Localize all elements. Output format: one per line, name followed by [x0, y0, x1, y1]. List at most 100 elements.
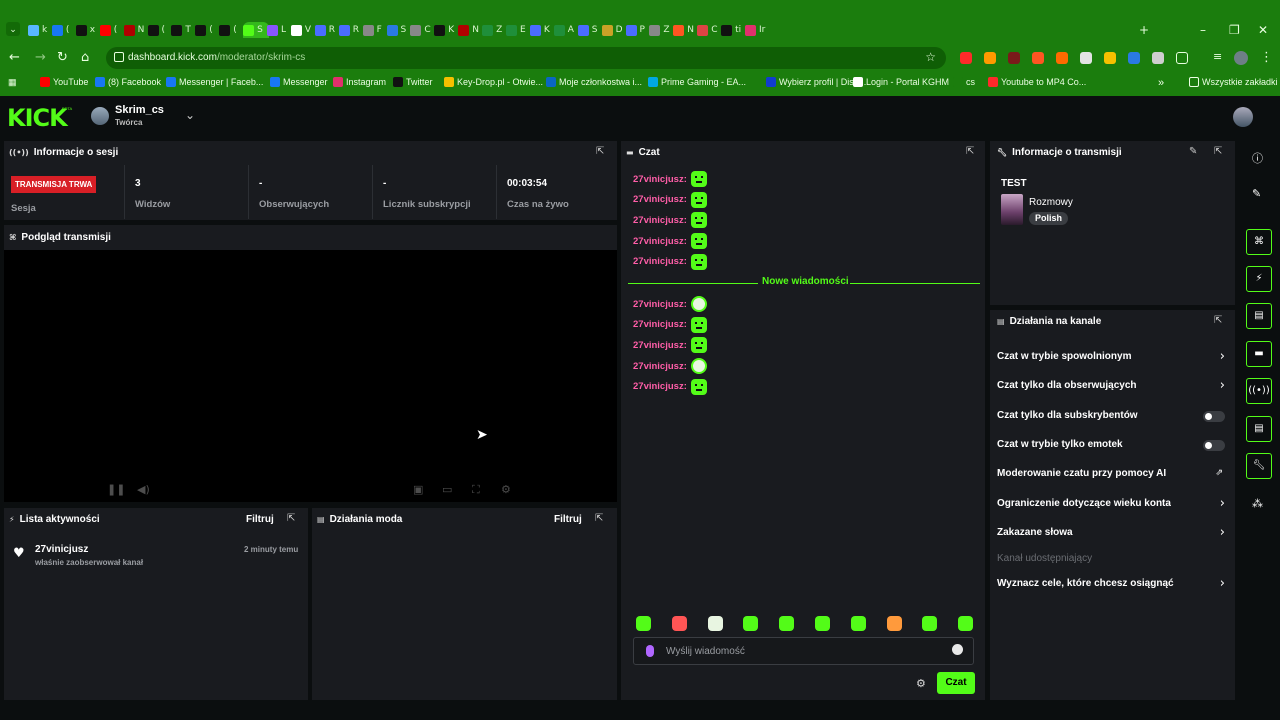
- browser-tab[interactable]: R: [314, 22, 341, 38]
- omnibox[interactable]: dashboard.kick.com/moderator/skrim-cs ☆: [106, 47, 946, 69]
- bookmark-item[interactable]: Messenger: [270, 77, 328, 87]
- more-bookmarks-button[interactable]: »: [1158, 77, 1164, 89]
- quick-emote-icon[interactable]: [815, 616, 830, 631]
- theater-mode-icon[interactable]: ▭: [442, 483, 452, 496]
- emoji-picker-icon[interactable]: [952, 644, 963, 655]
- browser-tab[interactable]: (: [219, 22, 245, 38]
- maximize-button[interactable]: ❐: [1229, 23, 1240, 37]
- popout-icon[interactable]: ⇱: [1214, 146, 1222, 157]
- home-icon[interactable]: ⌂: [81, 50, 89, 65]
- miniplayer-icon[interactable]: ▣: [413, 483, 423, 496]
- bookmark-item[interactable]: Login - Portal KGHM: [853, 77, 949, 87]
- pause-icon[interactable]: ❚❚: [107, 483, 125, 496]
- bookmark-item[interactable]: Twitter: [393, 77, 433, 87]
- browser-tab[interactable]: F: [362, 22, 389, 38]
- rail-chat-button[interactable]: ▬: [1246, 341, 1272, 367]
- browser-tab[interactable]: (: [147, 22, 174, 38]
- browser-tab[interactable]: D: [601, 22, 628, 38]
- bookmark-item[interactable]: (8) Facebook: [95, 77, 161, 87]
- video-player[interactable]: [4, 250, 617, 502]
- channel-action-row[interactable]: Moderowanie czatu przy pomocy AI ⇗: [997, 466, 1229, 482]
- shapes-icon[interactable]: ⁂: [1252, 497, 1263, 510]
- quick-emote-icon[interactable]: [743, 616, 759, 631]
- settings-gear-icon[interactable]: ⚙: [501, 483, 511, 496]
- browser-tab[interactable]: S: [243, 22, 270, 38]
- extension-icon[interactable]: [1104, 52, 1116, 64]
- quick-emote-icon[interactable]: [958, 616, 974, 631]
- extension-icon[interactable]: [1056, 52, 1068, 64]
- browser-menu-icon[interactable]: ⋮: [1260, 50, 1273, 65]
- chat-username[interactable]: 27vinicjusz:: [633, 215, 687, 226]
- site-info-icon[interactable]: [114, 52, 124, 62]
- toggle-switch[interactable]: [1203, 440, 1225, 451]
- channel-action-row[interactable]: Wyznacz cele, które chcesz osiągnąć ›: [997, 576, 1229, 592]
- chat-settings-icon[interactable]: ⚙: [916, 677, 926, 690]
- user-avatar[interactable]: [1233, 107, 1253, 127]
- channel-action-row[interactable]: Czat tylko dla subskrybentów: [997, 408, 1229, 424]
- microphone-icon[interactable]: [646, 645, 654, 657]
- browser-tab[interactable]: S: [577, 22, 604, 38]
- popout-icon[interactable]: ⇱: [287, 513, 295, 524]
- browser-tab[interactable]: L: [267, 22, 293, 38]
- channel-name[interactable]: Skrim_cs: [115, 104, 164, 116]
- toggle-switch[interactable]: [1203, 411, 1225, 422]
- extension-icon[interactable]: [960, 52, 972, 64]
- browser-tab[interactable]: A: [553, 22, 580, 38]
- back-icon[interactable]: ←: [9, 50, 20, 65]
- volume-icon[interactable]: ◀): [137, 483, 150, 496]
- quick-emote-icon[interactable]: [707, 616, 723, 631]
- tab-search-button[interactable]: ⌄: [6, 22, 20, 36]
- browser-tab[interactable]: N: [458, 22, 484, 38]
- chevron-right-icon[interactable]: ›: [1220, 349, 1225, 364]
- browser-tab[interactable]: Ir: [745, 22, 771, 38]
- extension-icon[interactable]: [1080, 52, 1092, 64]
- all-bookmarks-folder[interactable]: Wszystkie zakładki: [1189, 77, 1278, 87]
- chevron-right-icon[interactable]: ›: [1220, 525, 1225, 540]
- activity-username[interactable]: 27vinicjusz: [35, 544, 88, 555]
- browser-tab[interactable]: V: [290, 22, 317, 38]
- popout-icon[interactable]: ⇱: [1214, 315, 1222, 326]
- close-window-button[interactable]: ✕: [1258, 23, 1268, 37]
- channel-action-row[interactable]: Ograniczenie dotyczące wieku konta ›: [997, 496, 1229, 512]
- bookmark-item[interactable]: Youtube to MP4 Co...: [988, 77, 1086, 87]
- browser-tab[interactable]: P: [625, 22, 652, 38]
- browser-tab[interactable]: x: [75, 22, 102, 38]
- popout-icon[interactable]: ⇱: [595, 513, 603, 524]
- browser-tab[interactable]: R: [338, 22, 365, 38]
- bookmark-item[interactable]: Prime Gaming - EA...: [648, 77, 746, 87]
- chat-username[interactable]: 27vinicjusz:: [633, 381, 687, 392]
- browser-tab[interactable]: Z: [482, 22, 508, 38]
- send-chat-button[interactable]: Czat: [937, 672, 975, 694]
- browser-tab[interactable]: N: [673, 22, 699, 38]
- extension-icon[interactable]: [1032, 52, 1044, 64]
- info-icon[interactable]: ⓘ: [1252, 150, 1263, 166]
- channel-action-row[interactable]: Czat tylko dla obserwujących ›: [997, 378, 1229, 394]
- browser-tab[interactable]: T: [171, 22, 197, 38]
- channel-action-row[interactable]: Czat w trybie spowolnionym ›: [997, 349, 1229, 365]
- browser-tab[interactable]: S: [386, 22, 413, 38]
- external-link-icon[interactable]: ⇗: [1215, 468, 1223, 478]
- quick-emote-icon[interactable]: [886, 616, 902, 631]
- chat-message-input[interactable]: [666, 643, 936, 659]
- chat-username[interactable]: 27vinicjusz:: [633, 299, 687, 310]
- profile-avatar[interactable]: [1234, 51, 1248, 65]
- bookmark-item[interactable]: cs: [953, 77, 975, 87]
- channel-switcher-chevron-icon[interactable]: ⌄: [185, 108, 195, 122]
- quick-emote-icon[interactable]: [850, 616, 866, 631]
- chevron-right-icon[interactable]: ›: [1220, 496, 1225, 511]
- bookmark-item[interactable]: YouTube: [40, 77, 88, 87]
- chevron-right-icon[interactable]: ›: [1220, 378, 1225, 393]
- chat-username[interactable]: 27vinicjusz:: [633, 256, 687, 267]
- extension-icon[interactable]: [1152, 52, 1164, 64]
- browser-tab[interactable]: ti: [721, 22, 747, 38]
- browser-tab[interactable]: E: [506, 22, 532, 38]
- media-controls-icon[interactable]: ≡: [1213, 50, 1222, 63]
- chat-username[interactable]: 27vinicjusz:: [633, 174, 687, 185]
- popout-icon[interactable]: ⇱: [966, 146, 974, 157]
- extension-icon[interactable]: [1128, 52, 1140, 64]
- edit-icon[interactable]: ✎: [1252, 187, 1261, 200]
- browser-tab[interactable]: Z: [649, 22, 675, 38]
- browser-tab[interactable]: K: [529, 22, 556, 38]
- chevron-right-icon[interactable]: ›: [1220, 576, 1225, 591]
- edit-pencil-icon[interactable]: ✎: [1189, 146, 1197, 157]
